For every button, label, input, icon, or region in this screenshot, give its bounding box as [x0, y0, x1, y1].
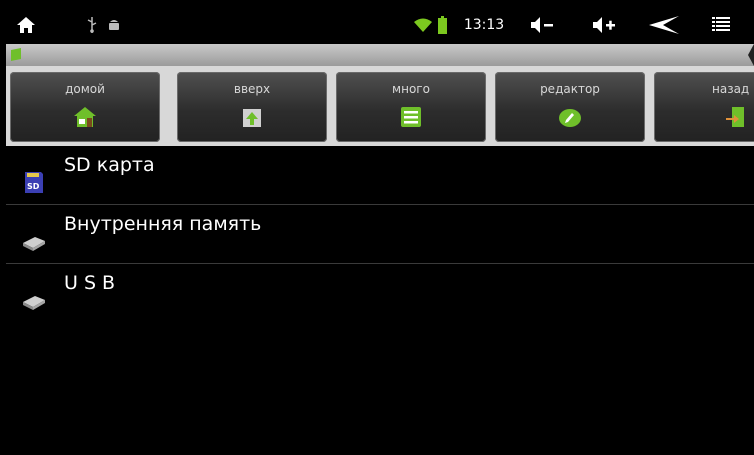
list-item-label: U S B — [64, 272, 116, 294]
status-bar: 13:13 — [6, 6, 754, 44]
home-icon — [74, 107, 96, 127]
home-button[interactable]: домой — [10, 72, 160, 142]
toolbar: домой вверх много редактор назад — [6, 66, 754, 146]
path-bar — [6, 44, 754, 66]
back-button-label: назад — [712, 82, 750, 96]
storage-list: SD SD карта Внутренняя память U S B — [6, 146, 754, 322]
back-door-icon — [726, 107, 744, 127]
drive-icon — [23, 237, 45, 251]
back-button[interactable]: назад — [654, 72, 754, 142]
sd-card-icon: SD — [25, 172, 43, 193]
list-item-label: SD карта — [64, 154, 155, 176]
menu-icon[interactable] — [706, 6, 736, 44]
editor-button[interactable]: редактор — [495, 72, 645, 142]
up-folder-icon — [243, 109, 261, 127]
clock: 13:13 — [463, 17, 505, 33]
svg-text:SD: SD — [27, 182, 40, 191]
wifi-icon — [412, 6, 434, 44]
home-button-label: домой — [65, 82, 105, 96]
up-button[interactable]: вверх — [177, 72, 327, 142]
folder-icon — [11, 48, 21, 61]
list-item-internal-memory[interactable]: Внутренняя память — [6, 205, 754, 264]
usb-icon — [82, 6, 102, 44]
back-icon[interactable] — [644, 6, 684, 44]
android-debug-icon — [104, 6, 124, 44]
home-icon[interactable] — [10, 6, 42, 44]
volume-up-icon[interactable] — [588, 6, 622, 44]
list-item-usb[interactable]: U S B — [6, 264, 754, 322]
up-button-label: вверх — [233, 82, 271, 96]
multi-select-button[interactable]: много — [336, 72, 486, 142]
list-item-sd-card[interactable]: SD SD карта — [6, 146, 754, 205]
app-window: 13:13 домой вверх много редактор назад S… — [6, 6, 754, 455]
editor-button-label: редактор — [540, 82, 600, 96]
battery-icon — [435, 6, 449, 44]
multi-select-icon — [401, 107, 421, 127]
path-scroll-arrow-icon — [748, 44, 754, 66]
drive-icon — [23, 296, 45, 310]
edit-icon — [559, 109, 581, 127]
volume-down-icon[interactable] — [526, 6, 560, 44]
list-item-label: Внутренняя память — [64, 213, 262, 235]
multi-select-button-label: много — [392, 82, 430, 96]
